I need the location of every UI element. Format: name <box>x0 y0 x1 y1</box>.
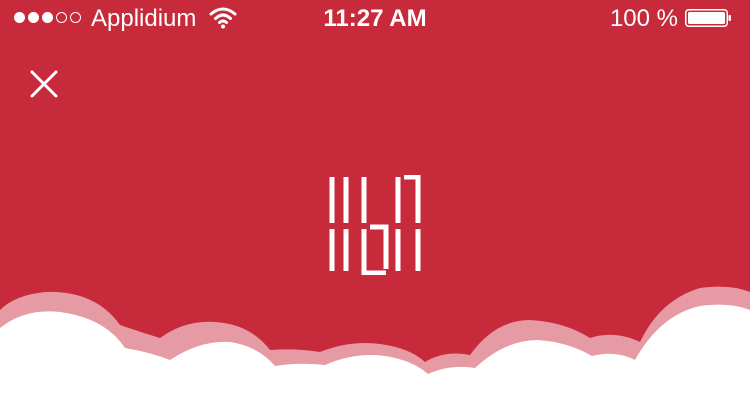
splash-screen: Applidium 11:27 AM 100 % <box>0 0 750 400</box>
close-icon <box>30 70 58 98</box>
close-button[interactable] <box>24 64 64 104</box>
app-logo-icon <box>329 175 421 275</box>
cloud-decoration <box>0 286 750 400</box>
battery-icon <box>685 9 731 27</box>
battery-percentage: 100 % <box>609 5 678 32</box>
status-bar: Applidium 11:27 AM 100 % <box>0 0 750 40</box>
